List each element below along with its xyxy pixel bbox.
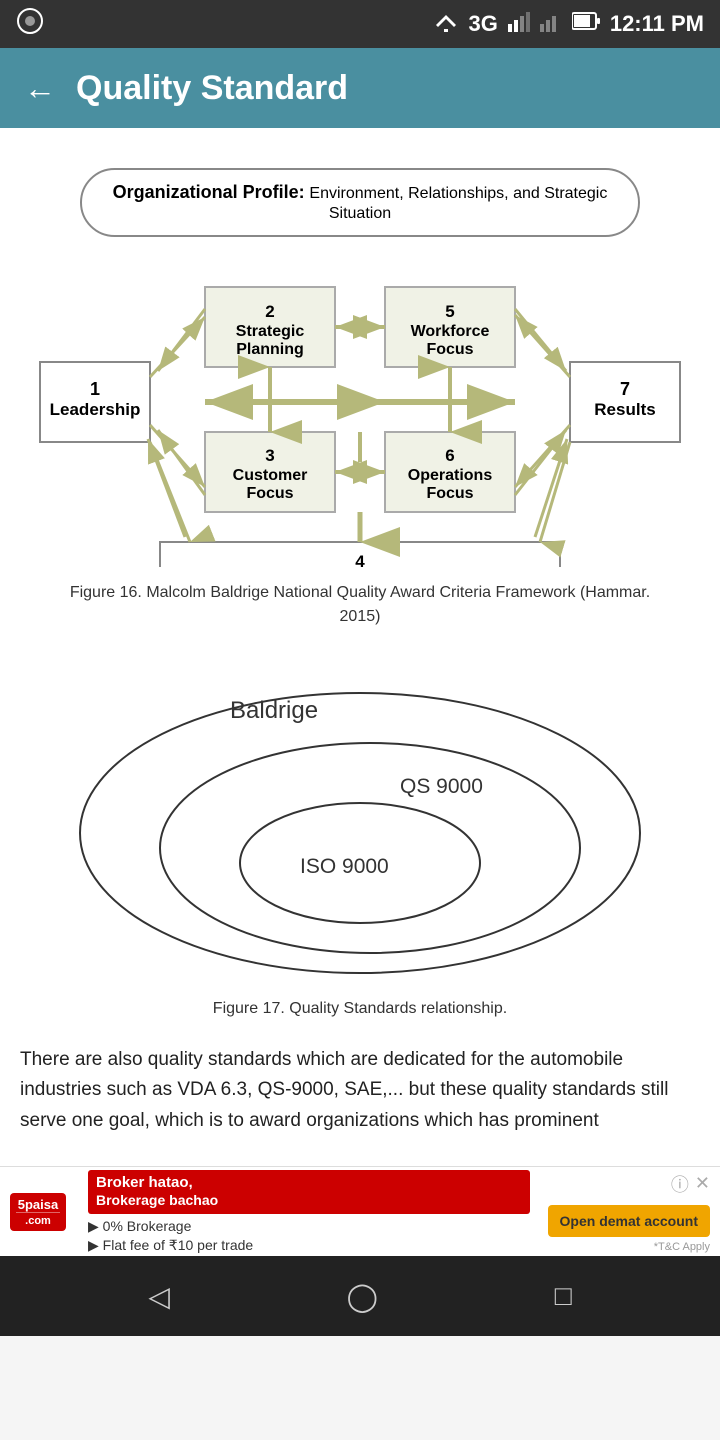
signal-icon (508, 10, 530, 38)
svg-text:Customer: Customer (233, 467, 308, 484)
ad-offer1: 0% Brokerage (103, 1218, 192, 1234)
ad-logo-area: 5paisa .com (10, 1193, 70, 1231)
sim-icon (540, 10, 562, 38)
svg-text:3: 3 (265, 446, 274, 465)
ad-banner[interactable]: 5paisa .com Broker hatao, Brokerage bach… (0, 1166, 720, 1256)
network-label: 3G (468, 11, 497, 37)
ad-tc: *T&C Apply (654, 1241, 710, 1253)
back-nav-button[interactable]: ◁ (148, 1280, 170, 1313)
quality-standards-diagram: Baldrige QS 9000 ISO 9000 (16, 663, 704, 983)
ad-headline-area: Broker hatao, Brokerage bachao (88, 1170, 530, 1214)
org-profile-title: Organizational Profile: (113, 182, 305, 202)
content-area: Organizational Profile: Environment, Rel… (0, 128, 720, 1166)
svg-text:Workforce: Workforce (411, 323, 490, 340)
ad-logo-sub: .com (16, 1212, 60, 1227)
ad-info-icon[interactable]: ⓘ (671, 1171, 689, 1197)
ad-right: ⓘ ✕ Open demat account *T&C Apply (548, 1171, 710, 1253)
body-paragraph: There are also quality standards which a… (16, 1035, 704, 1146)
ad-logo: 5paisa (16, 1197, 60, 1212)
home-nav-button[interactable]: ◯ (347, 1280, 378, 1313)
ad-cta-button[interactable]: Open demat account (548, 1205, 710, 1237)
svg-text:ISO 9000: ISO 9000 (300, 855, 389, 878)
svg-text:Leadership: Leadership (50, 400, 141, 419)
time-label: 12:11 PM (610, 11, 704, 37)
svg-text:7: 7 (620, 379, 630, 399)
svg-text:QS 9000: QS 9000 (400, 775, 483, 798)
ad-headline: Broker hatao, (96, 1174, 193, 1191)
svg-text:Focus: Focus (426, 341, 473, 358)
ad-offers: ▶ 0% Brokerage ▶ Flat fee of ₹10 per tra… (88, 1218, 530, 1254)
status-icon-left (16, 7, 44, 41)
ad-content: Broker hatao, Brokerage bachao ▶ 0% Brok… (80, 1170, 538, 1254)
top-capsule: Organizational Profile: Environment, Rel… (80, 168, 640, 237)
svg-text:Focus: Focus (246, 485, 293, 502)
status-bar: 3G 12:11 PM (0, 0, 720, 48)
ad-offer2: Flat fee of ₹10 per trade (103, 1237, 254, 1253)
battery-icon (572, 11, 600, 37)
svg-text:5: 5 (445, 302, 454, 321)
page-title: Quality Standard (76, 69, 348, 108)
framework-svg: 1 Leadership 7 Results 2 Strategic Plann… (30, 247, 690, 567)
standards-svg: Baldrige QS 9000 ISO 9000 (60, 663, 660, 983)
svg-text:4: 4 (355, 552, 365, 567)
svg-text:Planning: Planning (236, 341, 304, 358)
wifi-icon (434, 9, 458, 39)
org-profile-sub: Environment, Relationships, and Strategi… (309, 185, 607, 222)
svg-text:Operations: Operations (408, 467, 493, 484)
figure16-caption: Figure 16. Malcolm Baldrige National Qua… (60, 581, 660, 629)
svg-text:Results: Results (594, 400, 655, 419)
bottom-nav: ◁ ◯ □ (0, 1256, 720, 1336)
recents-nav-button[interactable]: □ (555, 1280, 572, 1312)
svg-text:Focus: Focus (426, 485, 473, 502)
ad-close-icon[interactable]: ✕ (695, 1173, 710, 1194)
app-bar: ← Quality Standard (0, 48, 720, 128)
svg-text:Baldrige: Baldrige (230, 697, 318, 724)
svg-text:Strategic: Strategic (236, 323, 305, 340)
figure17-caption: Figure 17. Quality Standards relationshi… (60, 997, 660, 1021)
svg-text:1: 1 (90, 379, 100, 399)
back-button[interactable]: ← (24, 70, 56, 107)
svg-text:6: 6 (445, 446, 454, 465)
ad-subheadline: Brokerage bachao (96, 1192, 218, 1208)
svg-text:2: 2 (265, 302, 274, 321)
baldrige-framework-diagram: Organizational Profile: Environment, Rel… (16, 158, 704, 653)
